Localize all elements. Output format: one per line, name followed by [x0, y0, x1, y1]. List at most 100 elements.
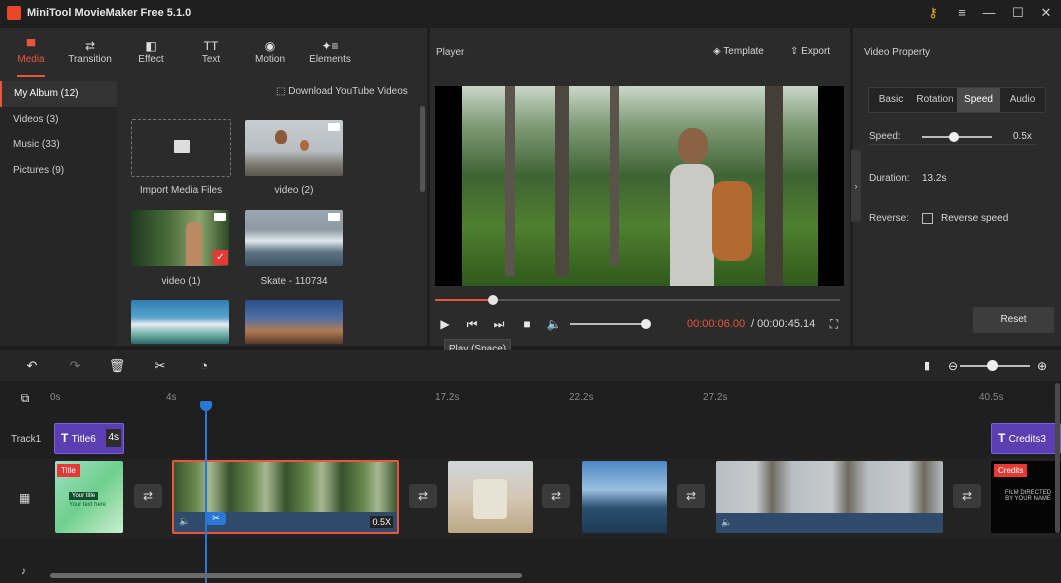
music-track-icon: ♪	[21, 566, 26, 577]
tool-text[interactable]: TT Text	[185, 38, 237, 74]
ruler-tick-label: 27.2s	[703, 392, 728, 403]
tool-transition[interactable]: ⇄ Transition	[64, 38, 116, 74]
clip-filmstrip	[174, 462, 397, 512]
media-thumb-lake[interactable]	[131, 300, 229, 344]
media-thumb-video-2[interactable]	[245, 120, 343, 176]
zoom-handle[interactable]	[987, 360, 998, 371]
divider	[869, 144, 1037, 145]
video-clip-balloons[interactable]: 🔈	[716, 461, 943, 533]
ruler-tick-label: 40.5s	[979, 392, 1004, 403]
tab-speed[interactable]: Speed	[957, 88, 1000, 112]
sidebar-item-music[interactable]: Music (33)	[0, 132, 117, 158]
split-icon[interactable]: ✂	[151, 357, 169, 375]
tab-rotation[interactable]: Rotation	[913, 88, 957, 112]
elements-icon: ✦≡	[321, 39, 339, 53]
collapse-panel-handle[interactable]: ›	[851, 150, 861, 222]
transition-slot[interactable]: ⇄	[542, 484, 570, 508]
import-media-button[interactable]	[131, 119, 231, 177]
title-clip[interactable]: T Title6 4s	[54, 423, 124, 454]
menu-icon[interactable]: ≡	[951, 3, 973, 23]
transition-slot[interactable]: ⇄	[677, 484, 705, 508]
total-time: / 00:00:45.14	[751, 318, 816, 330]
timeline-horizontal-scrollbar[interactable]	[50, 573, 522, 578]
volume-slider[interactable]	[570, 323, 646, 325]
sidebar-item-pictures[interactable]: Pictures (9)	[0, 158, 117, 184]
ruler-tick-label: 22.2s	[569, 392, 594, 403]
image-clip-map[interactable]	[448, 461, 533, 533]
timeline-ruler[interactable]	[0, 383, 1061, 413]
media-thumb-city[interactable]	[245, 300, 343, 344]
reset-button[interactable]: Reset	[973, 307, 1054, 333]
ruler-tick-label: 4s	[166, 392, 177, 403]
media-label-video-2: video (2)	[274, 185, 314, 196]
fullscreen-icon[interactable]: ⛶	[826, 316, 842, 332]
stop-button[interactable]: ■	[519, 316, 535, 332]
property-title: Video Property	[864, 47, 930, 58]
speed-icon[interactable]: ◔	[195, 357, 213, 375]
title-card-text: Your title	[69, 492, 99, 500]
key-icon[interactable]: ⚷	[922, 3, 944, 23]
tool-effect[interactable]: ◧ Effect	[125, 38, 177, 74]
transition-slot[interactable]: ⇄	[953, 484, 981, 508]
redo-icon[interactable]: ↷	[66, 357, 84, 375]
sidebar-item-my-album[interactable]: My Album (12)	[0, 81, 117, 107]
fit-timeline-icon[interactable]: ▮	[918, 357, 936, 375]
next-frame-button[interactable]: ⏭	[491, 316, 507, 332]
media-thumb-skate[interactable]	[245, 210, 343, 266]
template-button[interactable]: ◈ Template	[713, 46, 764, 57]
timeline-vertical-scrollbar[interactable]	[1055, 383, 1060, 533]
add-track-icon[interactable]: ⧉	[16, 389, 34, 407]
tool-media[interactable]: ▀ Media	[5, 38, 57, 74]
text-track-row	[0, 414, 1061, 457]
reverse-checkbox[interactable]	[922, 213, 933, 224]
volume-icon[interactable]: 🔈	[546, 316, 562, 332]
image-clip-mountain-lake[interactable]	[582, 461, 667, 533]
credits-clip[interactable]: T Credits3	[991, 423, 1061, 454]
tool-elements[interactable]: ✦≡ Elements	[304, 38, 356, 74]
speed-handle[interactable]	[949, 132, 959, 142]
zoom-in-icon[interactable]: ⊕	[1033, 357, 1051, 375]
tab-basic[interactable]: Basic	[869, 88, 913, 112]
video-camera-icon	[328, 213, 340, 221]
play-button[interactable]: ▶	[437, 316, 453, 332]
progress-fill	[435, 299, 493, 301]
active-tool-indicator	[17, 75, 45, 77]
credits-card-clip[interactable]: Credits FILM DIRECTED BY YOUR NAME	[991, 461, 1061, 533]
split-scissors-icon[interactable]: ✂	[206, 512, 226, 525]
close-button[interactable]: ✕	[1035, 3, 1057, 23]
video-camera-icon	[328, 123, 340, 131]
media-thumb-video-1[interactable]: ✓	[131, 210, 229, 266]
transition-slot[interactable]: ⇄	[409, 484, 437, 508]
title-card-subtext: Your text here	[69, 502, 107, 508]
maximize-button[interactable]: ☐	[1007, 3, 1029, 23]
progress-handle[interactable]	[488, 295, 498, 305]
minimize-button[interactable]: —	[978, 3, 1000, 23]
volume-handle[interactable]	[641, 319, 651, 329]
hiker-head	[678, 128, 708, 164]
person-shape	[473, 479, 507, 519]
undo-icon[interactable]: ↶	[23, 357, 41, 375]
text-clip-icon: T	[61, 431, 72, 445]
sidebar-item-videos[interactable]: Videos (3)	[0, 107, 117, 133]
import-media-label: Import Media Files	[139, 185, 223, 196]
effect-icon: ◧	[145, 39, 157, 53]
speed-label: Speed:	[869, 131, 901, 142]
title-card-clip[interactable]: Title Your title Your text here	[55, 461, 123, 533]
tab-audio[interactable]: Audio	[1000, 88, 1045, 112]
current-time: 00:00:06.00	[687, 318, 746, 330]
delete-icon[interactable]: 🗑	[108, 357, 126, 375]
previous-frame-button[interactable]: ⏮	[464, 316, 480, 332]
tree-trunk	[505, 86, 515, 276]
playhead-line[interactable]	[205, 404, 207, 583]
transition-slot[interactable]: ⇄	[134, 484, 162, 508]
media-scrollbar[interactable]	[420, 106, 425, 192]
export-button[interactable]: ⇪ Export	[790, 46, 830, 57]
text-icon: TT	[203, 39, 219, 53]
tool-motion[interactable]: ◉ Motion	[244, 38, 296, 74]
media-label-video-1: video (1)	[161, 276, 201, 287]
film-track-icon: ▦	[19, 491, 31, 505]
download-youtube-link[interactable]: ⬚ Download YouTube Videos	[276, 86, 408, 97]
folder-icon	[174, 140, 190, 153]
title-tag: Title	[57, 464, 80, 477]
app-title: MiniTool MovieMaker Free 5.1.0	[27, 7, 192, 19]
